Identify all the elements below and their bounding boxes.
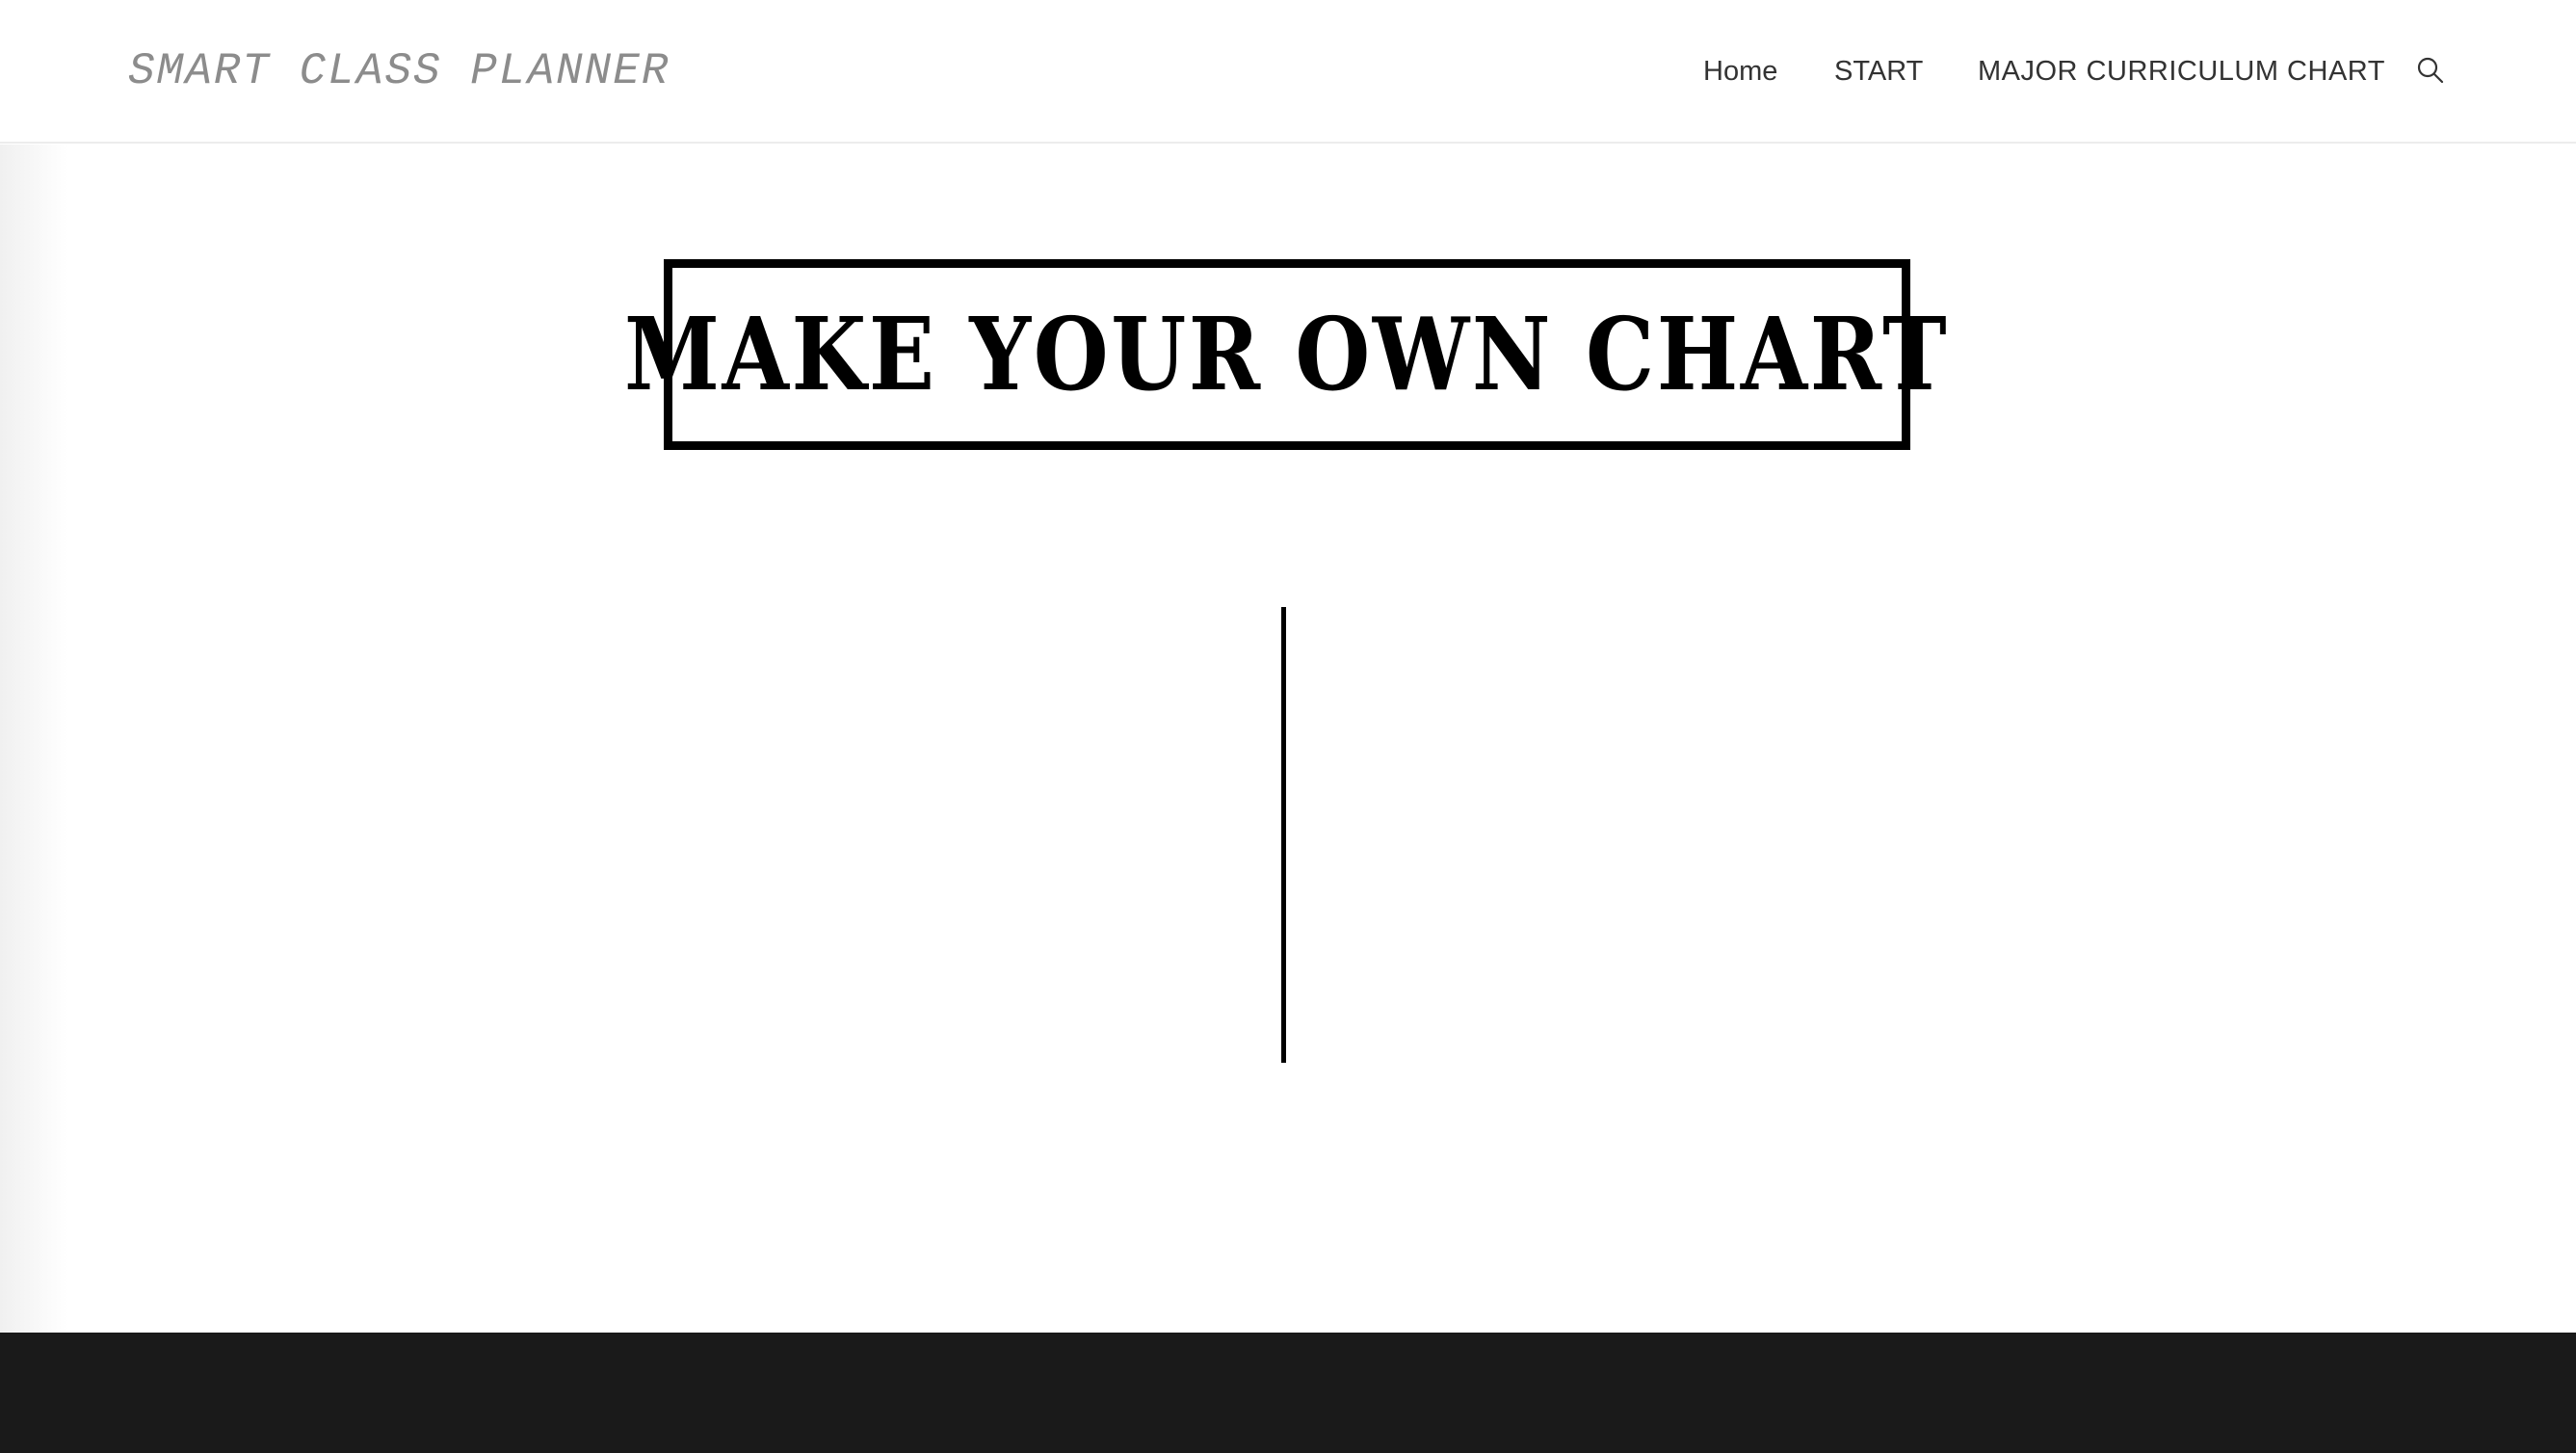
vertical-divider <box>1281 607 1286 1063</box>
site-footer <box>0 1333 2576 1453</box>
site-title[interactable]: SMART CLASS PLANNER <box>128 42 670 100</box>
site-header: SMART CLASS PLANNER Home START MAJOR CUR… <box>0 0 2576 144</box>
nav-major-curriculum-chart[interactable]: MAJOR CURRICULUM CHART <box>1978 52 2385 91</box>
search-icon[interactable] <box>2416 56 2445 85</box>
page-title: MAKE YOUR OWN CHART <box>624 295 1950 413</box>
page-title-box: MAKE YOUR OWN CHART <box>624 259 1947 450</box>
nav-start[interactable]: START <box>1834 52 1923 91</box>
nav-home[interactable]: Home <box>1703 52 1777 91</box>
left-shade <box>0 145 67 1333</box>
